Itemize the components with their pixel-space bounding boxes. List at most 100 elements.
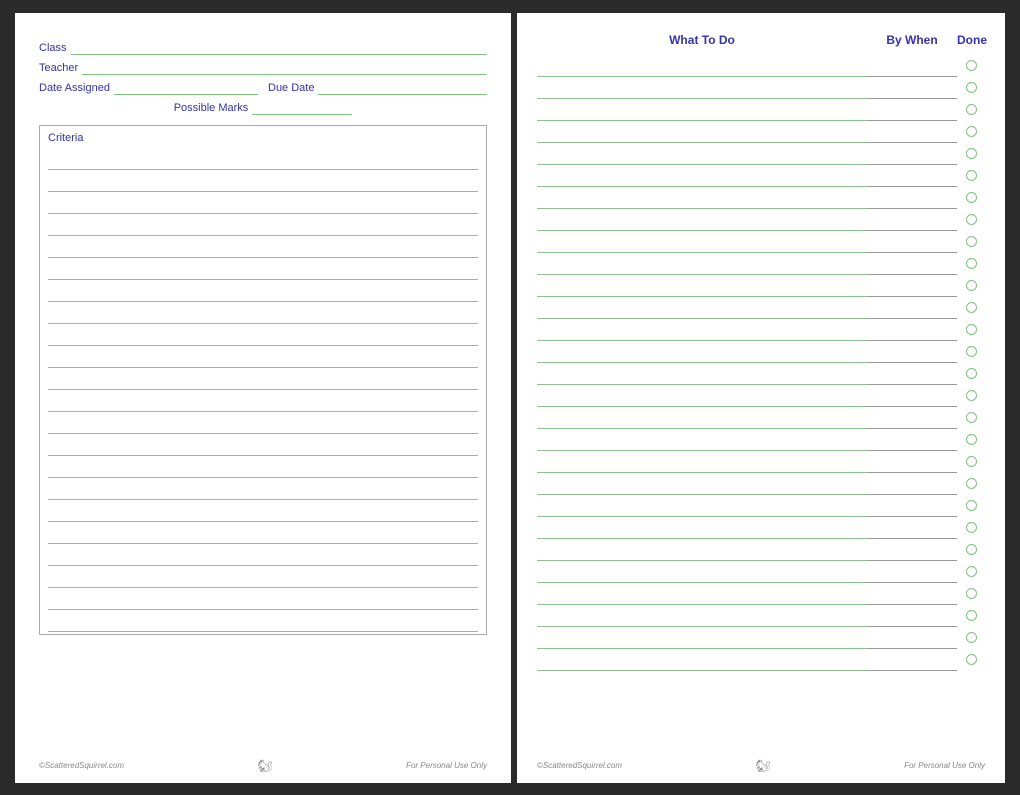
bywhen-line [867,121,957,143]
bywhen-line [867,429,957,451]
checkbox-circle[interactable] [966,104,977,115]
task-row [537,297,985,319]
criteria-line [48,302,478,324]
checkbox-circle[interactable] [966,654,977,665]
bywhen-line [867,407,957,429]
task-line [537,517,867,539]
left-page: Class Teacher Date Assigned Due Date Pos… [15,13,511,783]
checkbox-circle[interactable] [966,478,977,489]
done-circle [957,561,985,583]
two-page-layout: Class Teacher Date Assigned Due Date Pos… [15,13,1005,783]
done-circle [957,429,985,451]
task-line [537,297,867,319]
task-row [537,55,985,77]
checkbox-circle[interactable] [966,324,977,335]
bywhen-line [867,297,957,319]
bywhen-line [867,649,957,671]
task-line [537,341,867,363]
done-circle [957,209,985,231]
class-underline [71,41,487,55]
done-circle [957,77,985,99]
criteria-line [48,456,478,478]
checkbox-circle[interactable] [966,192,977,203]
checkbox-circle[interactable] [966,522,977,533]
teacher-row: Teacher [39,61,487,75]
task-row [537,187,985,209]
task-row [537,561,985,583]
bywhen-line [867,209,957,231]
done-circle [957,143,985,165]
criteria-line [48,478,478,500]
checkbox-circle[interactable] [966,588,977,599]
checkbox-circle[interactable] [966,368,977,379]
criteria-box: Criteria [39,125,487,635]
checkbox-circle[interactable] [966,632,977,643]
task-row [537,495,985,517]
bywhen-line [867,539,957,561]
done-circle [957,407,985,429]
checkbox-circle[interactable] [966,60,977,71]
checkbox-circle[interactable] [966,258,977,269]
checkbox-circle[interactable] [966,82,977,93]
checkbox-circle[interactable] [966,500,977,511]
teacher-underline [82,61,487,75]
checkbox-circle[interactable] [966,610,977,621]
criteria-line [48,566,478,588]
done-circle [957,495,985,517]
task-row [537,451,985,473]
checkbox-circle[interactable] [966,434,977,445]
task-row [537,429,985,451]
bywhen-line [867,451,957,473]
criteria-line [48,390,478,412]
checkbox-circle[interactable] [966,346,977,357]
checkbox-circle[interactable] [966,566,977,577]
criteria-line [48,258,478,280]
task-line [537,451,867,473]
right-page-footer: ©ScatteredSquirrel.com 🐿 For Personal Us… [517,759,1005,773]
task-row [537,649,985,671]
done-circle [957,517,985,539]
checkbox-circle[interactable] [966,170,977,181]
checkbox-circle[interactable] [966,236,977,247]
criteria-line [48,588,478,610]
checkbox-circle[interactable] [966,280,977,291]
task-row [537,517,985,539]
done-circle [957,605,985,627]
checkbox-circle[interactable] [966,390,977,401]
task-line [537,209,867,231]
criteria-line [48,214,478,236]
bywhen-line [867,231,957,253]
left-page-footer: ©ScatteredSquirrel.com 🐿 For Personal Us… [15,759,511,773]
left-squirrel-icon: 🐿 [257,759,272,773]
checkbox-circle[interactable] [966,412,977,423]
task-row [537,231,985,253]
criteria-line [48,236,478,258]
done-circle [957,473,985,495]
done-circle [957,451,985,473]
task-rows [537,55,985,671]
right-page: What To Do By When Done ©ScatteredSquirr… [517,13,1005,783]
checkbox-circle[interactable] [966,456,977,467]
checkbox-circle[interactable] [966,544,977,555]
due-date-underline [318,81,487,95]
criteria-line [48,192,478,214]
checkbox-circle[interactable] [966,126,977,137]
done-circle [957,319,985,341]
checkbox-circle[interactable] [966,148,977,159]
criteria-line [48,544,478,566]
task-row [537,605,985,627]
task-row [537,253,985,275]
due-date-part: Due Date [268,81,487,95]
bywhen-line [867,99,957,121]
task-row [537,165,985,187]
bywhen-line [867,561,957,583]
task-line [537,627,867,649]
done-circle [957,165,985,187]
task-line [537,407,867,429]
task-row [537,77,985,99]
checkbox-circle[interactable] [966,214,977,225]
checkbox-circle[interactable] [966,302,977,313]
bywhen-line [867,385,957,407]
task-row [537,319,985,341]
task-line [537,99,867,121]
